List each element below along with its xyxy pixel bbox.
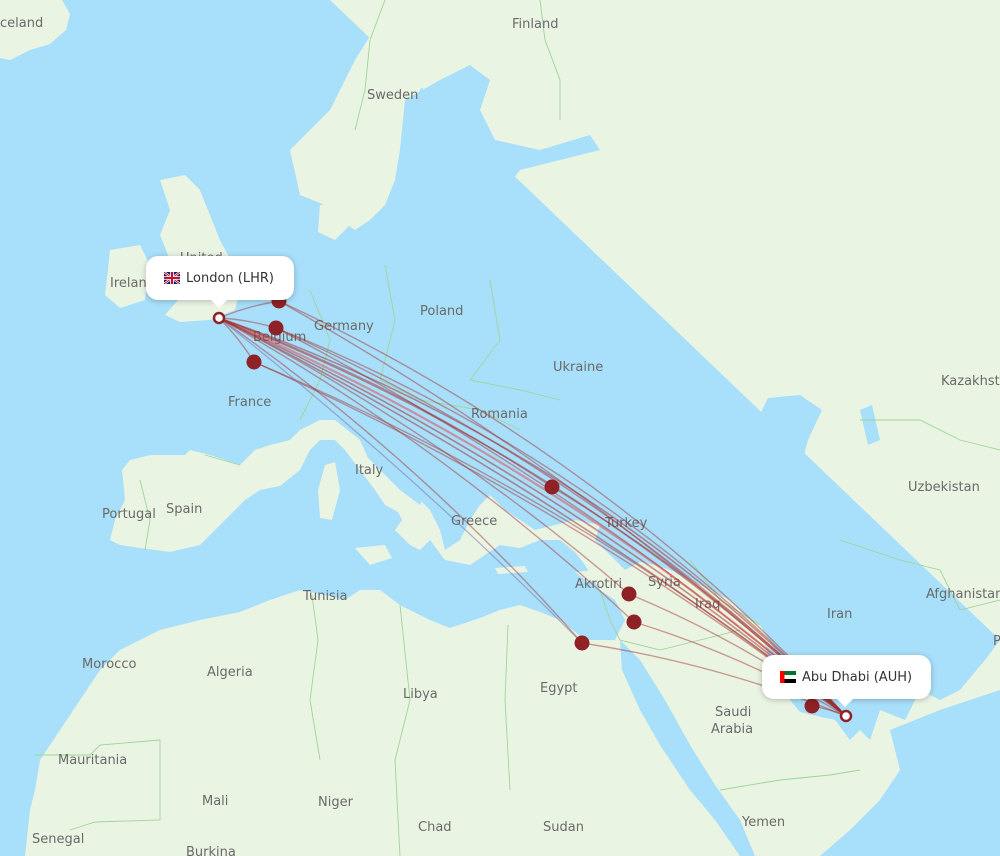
stopover-dot-cairo-area[interactable] (574, 635, 590, 651)
country-label-mali: Mali (202, 794, 228, 809)
country-label-france: France (228, 395, 271, 410)
country-label-saudi-arabia-line-1: Saudi (715, 705, 751, 720)
destination-label: Abu Dhabi (AUH) (802, 669, 913, 685)
country-label-niger: Niger (318, 795, 354, 810)
country-label-senegal: Senegal (32, 832, 84, 847)
country-label-kazakhstan: Kazakhst (941, 374, 1000, 389)
origin-callout[interactable]: London (LHR) (146, 256, 294, 308)
country-label-pakistan: P (993, 634, 1000, 649)
country-label-greece: Greece (451, 514, 497, 529)
country-label-finland: Finland (512, 17, 558, 32)
destination-callout[interactable]: Abu Dhabi (AUH) (762, 655, 931, 707)
country-label-yemen: Yemen (741, 815, 785, 830)
stopover-dot-beirut-area[interactable] (621, 586, 637, 602)
stopover-dot-brussels-area[interactable] (268, 320, 284, 336)
country-label-sweden: Sweden (367, 88, 418, 103)
stopover-dot-amman-area[interactable] (626, 614, 642, 630)
country-label-egypt: Egypt (540, 681, 578, 696)
country-label-ukraine: Ukraine (553, 360, 603, 375)
uae-flag-icon (780, 671, 796, 683)
country-label-burkina-faso: Burkina (186, 845, 236, 856)
stopover-dot-gulf-area[interactable] (804, 698, 820, 714)
stopover-dot-paris-area[interactable] (246, 354, 262, 370)
country-label-iceland: celand (0, 16, 43, 31)
destination-airport-marker[interactable] (839, 709, 853, 723)
country-label-saudi-arabia-line-2: Arabia (711, 722, 753, 737)
country-label-poland: Poland (420, 304, 463, 319)
uk-flag-icon (163, 271, 181, 285)
stopover-dot-istanbul-area[interactable] (544, 479, 560, 495)
country-label-morocco: Morocco (82, 657, 136, 672)
origin-label: London (LHR) (186, 270, 274, 286)
country-label-italy: Italy (355, 463, 384, 478)
country-label-mauritania: Mauritania (58, 753, 127, 768)
country-label-chad: Chad (418, 820, 452, 835)
country-label-tunisia: Tunisia (302, 589, 347, 604)
route-map[interactable]: celandFinlandSwedenIrelanUnitedPolandGer… (0, 0, 1000, 856)
origin-airport-marker[interactable] (212, 311, 226, 325)
country-label-sudan: Sudan (543, 820, 584, 835)
country-label-iran: Iran (827, 607, 852, 622)
country-label-spain: Spain (166, 502, 202, 517)
country-label-portugal: Portugal (102, 507, 156, 522)
country-label-ireland: Irelan (110, 276, 147, 291)
country-label-uzbekistan: Uzbekistan (908, 480, 980, 495)
country-label-algeria: Algeria (207, 665, 253, 680)
country-label-afghanistan: Afghanistan (926, 587, 1000, 602)
bay-of-biscay (100, 380, 205, 460)
country-label-libya: Libya (403, 687, 438, 702)
